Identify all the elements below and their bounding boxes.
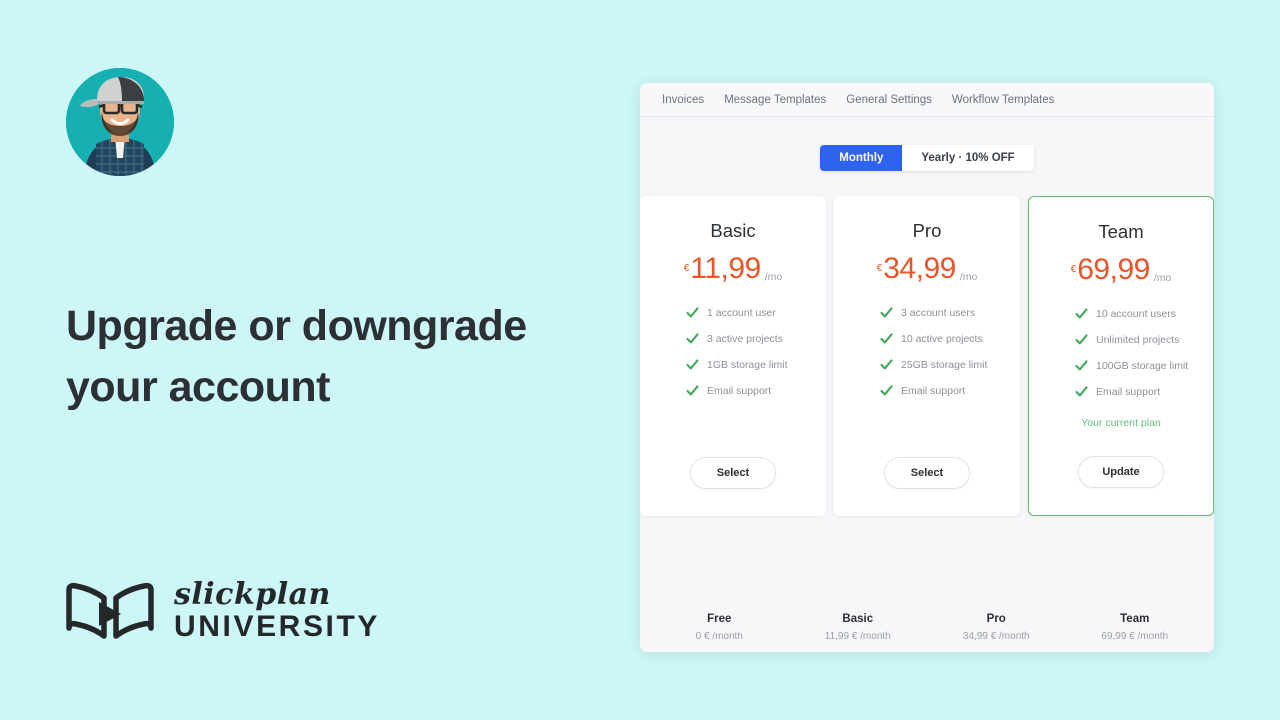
plan-card-pro[interactable]: Pro € 34,99 /mo 3 account users 10 activ…	[834, 196, 1020, 516]
compare-col-pro: Pro 34,99 € /month	[927, 613, 1066, 642]
current-plan-badge: Your current plan	[1081, 417, 1161, 429]
list-item: 1 account user	[686, 306, 826, 319]
feature-label: 3 account users	[901, 306, 976, 319]
list-item: 3 account users	[880, 306, 1020, 319]
list-item: 10 active projects	[880, 332, 1020, 345]
plan-price: € 11,99 /mo	[684, 254, 782, 284]
check-icon	[686, 332, 699, 345]
plan-cta-wrap: Select	[640, 457, 826, 489]
logo-script-word: slickplan	[174, 577, 331, 612]
plan-compare-row: Free 0 € /month Basic 11,99 € /month Pro…	[640, 613, 1214, 652]
plan-cta-wrap: Update	[1029, 456, 1213, 488]
feature-label: Unlimited projects	[1096, 333, 1180, 346]
select-plan-button[interactable]: Select	[884, 457, 970, 489]
toggle-yearly[interactable]: Yearly · 10% OFF	[902, 145, 1034, 171]
plan-features: 3 account users 10 active projects 25GB …	[834, 306, 1020, 410]
feature-label: Email support	[1096, 385, 1161, 398]
feature-label: 100GB storage limit	[1096, 359, 1189, 372]
logo-block-word: UNIVERSITY	[174, 610, 381, 643]
price-amount: 69,99	[1077, 253, 1150, 286]
list-item: Unlimited projects	[1075, 333, 1213, 346]
currency-symbol: €	[876, 263, 883, 274]
plan-name: Pro	[912, 220, 942, 241]
currency-symbol: €	[1070, 264, 1077, 275]
check-icon	[880, 332, 893, 345]
feature-label: 1GB storage limit	[707, 358, 788, 371]
list-item: 3 active projects	[686, 332, 826, 345]
compare-plan-price: 0 € /month	[695, 631, 743, 642]
plan-cta-wrap: Select	[834, 457, 1020, 489]
plan-name: Team	[1098, 221, 1144, 242]
list-item: 25GB storage limit	[880, 358, 1020, 371]
plan-features: 10 account users Unlimited projects 100G…	[1029, 307, 1213, 411]
avatar	[66, 68, 174, 176]
compare-col-free: Free 0 € /month	[650, 613, 789, 642]
settings-tabbar: Invoices Message Templates General Setti…	[640, 83, 1214, 117]
check-icon	[1075, 359, 1088, 372]
plan-price: € 69,99 /mo	[1071, 255, 1172, 285]
compare-plan-price: 69,99 € /month	[1101, 631, 1169, 642]
slide-left-pane: Upgrade or downgrade your account slickp…	[0, 0, 640, 720]
plan-card-basic[interactable]: Basic € 11,99 /mo 1 account user 3 activ…	[640, 196, 826, 516]
check-icon	[880, 384, 893, 397]
compare-plan-name: Team	[1120, 613, 1150, 625]
plan-price: € 34,99 /mo	[877, 254, 978, 284]
compare-plan-price: 34,99 € /month	[962, 631, 1030, 642]
feature-label: 10 account users	[1096, 307, 1176, 320]
pricing-cards: Basic € 11,99 /mo 1 account user 3 activ…	[640, 171, 1214, 516]
price-period: /mo	[764, 271, 783, 283]
check-icon	[686, 358, 699, 371]
select-plan-button[interactable]: Select	[690, 457, 776, 489]
compare-plan-price: 11,99 € /month	[824, 631, 891, 642]
feature-label: 3 active projects	[707, 332, 783, 345]
billing-period-toggle-wrap: Monthly Yearly · 10% OFF	[640, 117, 1214, 171]
check-icon	[1075, 333, 1088, 346]
list-item: Email support	[686, 384, 826, 397]
plan-name: Basic	[710, 220, 756, 241]
toggle-monthly[interactable]: Monthly	[820, 145, 903, 171]
compare-plan-name: Pro	[986, 613, 1006, 625]
plan-card-team[interactable]: Team € 69,99 /mo 10 account users Unlimi…	[1028, 196, 1214, 516]
check-icon	[880, 306, 893, 319]
price-period: /mo	[1153, 272, 1172, 284]
billing-app-panel: Invoices Message Templates General Setti…	[640, 83, 1214, 652]
check-icon	[686, 384, 699, 397]
page-title: Upgrade or downgrade your account	[66, 302, 527, 411]
update-plan-button[interactable]: Update	[1078, 456, 1164, 488]
list-item: 1GB storage limit	[686, 358, 826, 371]
tab-message-templates[interactable]: Message Templates	[714, 83, 836, 117]
feature-label: 1 account user	[707, 306, 776, 319]
check-icon	[1075, 385, 1088, 398]
feature-label: Email support	[707, 384, 772, 397]
plan-features: 1 account user 3 active projects 1GB sto…	[640, 306, 826, 410]
check-icon	[1075, 307, 1088, 320]
price-amount: 11,99	[690, 252, 761, 285]
slickplan-university-logo: slickplan UNIVERSITY	[64, 580, 380, 642]
price-amount: 34,99	[883, 252, 956, 285]
list-item: 10 account users	[1075, 307, 1213, 320]
feature-label: 10 active projects	[901, 332, 983, 345]
list-item: Email support	[880, 384, 1020, 397]
compare-plan-name: Basic	[842, 613, 874, 625]
tab-general-settings[interactable]: General Settings	[836, 83, 942, 117]
open-book-play-icon	[64, 580, 156, 642]
tab-workflow-templates[interactable]: Workflow Templates	[942, 83, 1064, 117]
compare-col-team: Team 69,99 € /month	[1066, 613, 1205, 642]
billing-period-toggle[interactable]: Monthly Yearly · 10% OFF	[820, 145, 1034, 171]
list-item: 100GB storage limit	[1075, 359, 1213, 372]
check-icon	[880, 358, 893, 371]
price-period: /mo	[959, 271, 978, 283]
compare-plan-name: Free	[707, 613, 732, 625]
feature-label: 25GB storage limit	[901, 358, 988, 371]
list-item: Email support	[1075, 385, 1213, 398]
compare-col-basic: Basic 11,99 € /month	[789, 613, 928, 642]
currency-symbol: €	[683, 263, 690, 274]
check-icon	[686, 306, 699, 319]
feature-label: Email support	[901, 384, 966, 397]
tab-invoices[interactable]: Invoices	[652, 83, 714, 117]
